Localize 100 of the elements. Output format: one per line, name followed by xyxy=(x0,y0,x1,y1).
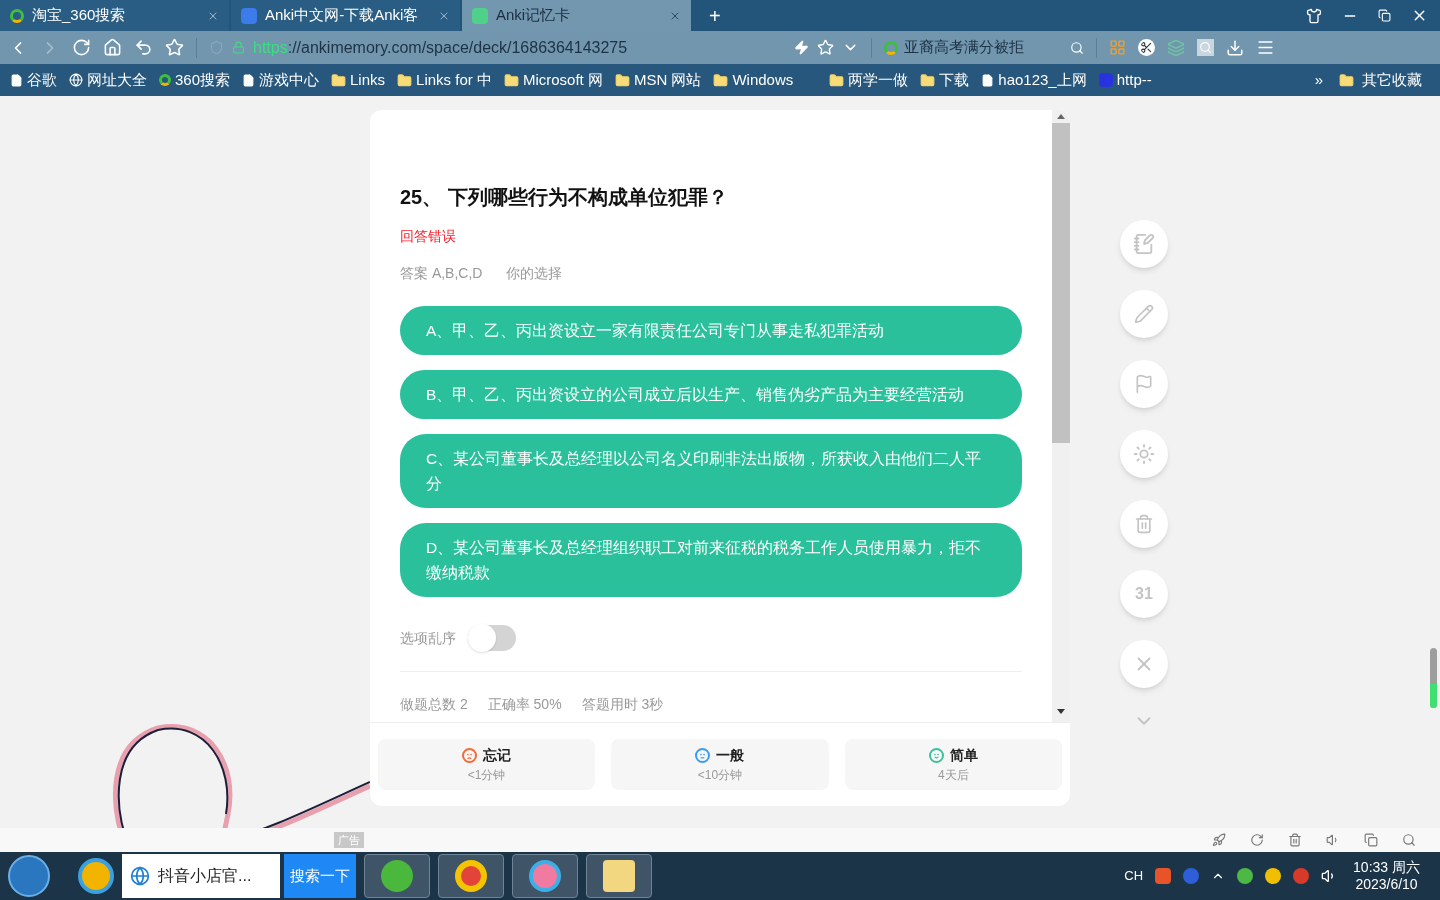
shuffle-toggle[interactable] xyxy=(468,625,516,651)
bookmark-link[interactable]: 两学一做 xyxy=(829,68,909,92)
tab-title: 淘宝_360搜索 xyxy=(32,5,127,26)
scroll-down-arrow-icon[interactable] xyxy=(1057,709,1065,714)
note-edit-icon xyxy=(1133,233,1155,255)
star-icon[interactable] xyxy=(817,39,834,56)
window-icon[interactable] xyxy=(1364,833,1378,847)
folder-icon xyxy=(397,72,413,88)
folder-icon xyxy=(331,72,347,88)
bookmark-link[interactable]: 其它收藏 xyxy=(1339,68,1422,92)
answer-text: 答案 A,B,C,D xyxy=(400,264,483,283)
undo-icon[interactable] xyxy=(134,38,153,57)
download-icon[interactable] xyxy=(1226,38,1244,57)
clock-date: 2023/6/10 xyxy=(1355,876,1418,894)
rating-button[interactable]: 忘记 <1分钟 xyxy=(378,739,596,790)
page-icon xyxy=(10,73,23,87)
page-icon xyxy=(242,73,256,87)
lock-icon xyxy=(232,41,245,54)
stat-text: 做题总数 2 xyxy=(400,695,468,714)
globe-icon xyxy=(69,73,83,87)
bookmark-link[interactable]: Microsoft 网 xyxy=(503,68,603,92)
taskbar-app[interactable] xyxy=(512,854,578,898)
clock-time: 10:33 周六 xyxy=(1353,858,1420,876)
side-action-button[interactable] xyxy=(1120,430,1168,478)
side-action-button[interactable] xyxy=(1120,500,1168,548)
input-language[interactable]: CH xyxy=(1124,866,1144,886)
tab-title: Anki中文网-下载Anki客 xyxy=(265,5,420,26)
folder-icon xyxy=(829,72,845,88)
refresh-icon[interactable] xyxy=(1250,833,1264,847)
search-icon[interactable] xyxy=(1070,40,1084,55)
bookmark-link[interactable]: Links xyxy=(331,68,386,92)
lightning-icon[interactable] xyxy=(794,40,809,55)
taskbar-app[interactable] xyxy=(438,854,504,898)
bookmark-link[interactable]: 谷歌 xyxy=(10,68,57,92)
taskbar-app[interactable] xyxy=(364,854,430,898)
bookmark-link[interactable]: Windows xyxy=(713,68,794,92)
browser-tab[interactable]: Anki中文网-下载Anki客 xyxy=(231,0,460,31)
bookmark-link[interactable]: 360搜索 xyxy=(159,68,231,92)
bookmark-link[interactable]: 游戏中心 xyxy=(242,68,320,92)
search-text: 亚裔高考满分被拒 xyxy=(904,37,1025,58)
side-action-button[interactable] xyxy=(1120,640,1168,688)
rating-button[interactable]: 一般 <10分钟 xyxy=(611,739,829,790)
trash-icon xyxy=(1134,514,1154,534)
side-action-button[interactable] xyxy=(1120,220,1168,268)
side-action-button[interactable] xyxy=(1120,290,1168,338)
folder-icon xyxy=(920,72,936,88)
browser-tab[interactable]: Anki记忆卡 xyxy=(462,0,691,31)
bookmark-link[interactable]: Links for 中 xyxy=(397,68,492,92)
home-icon[interactable] xyxy=(103,38,122,57)
search-box[interactable]: 亚裔高考满分被拒 xyxy=(884,34,1084,61)
stat-text: 正确率 50% xyxy=(487,695,562,714)
browser-tab[interactable]: 淘宝_360搜索 xyxy=(0,0,229,31)
bookmark-link[interactable]: hao123_上网 xyxy=(981,68,1087,92)
side-action-button[interactable] xyxy=(1120,360,1168,408)
stat-text: 答题用时 3秒 xyxy=(581,695,664,714)
restore-icon[interactable] xyxy=(1378,9,1391,22)
rating-button[interactable]: 简单 4天后 xyxy=(844,739,1062,790)
your-choice-text: 你的选择 xyxy=(506,264,563,283)
side-meter-drawing xyxy=(1430,648,1437,708)
folder-icon xyxy=(614,72,630,88)
folder-icon xyxy=(713,72,729,88)
shield-icon xyxy=(209,40,224,55)
search-icon[interactable] xyxy=(1402,833,1416,847)
reload-icon[interactable] xyxy=(72,38,91,57)
bookmark-link[interactable]: 下载 xyxy=(920,68,970,92)
search-value: 抖音小店官... xyxy=(158,866,252,886)
address-bar[interactable]: https://ankimemory.com/space/deck/1686364143275 xyxy=(209,34,859,61)
bookmark-link[interactable]: http-- xyxy=(1098,68,1152,92)
taskbar-app[interactable] xyxy=(586,854,652,898)
folder-icon xyxy=(503,72,519,88)
rocket-icon[interactable] xyxy=(1212,833,1226,847)
new-tab-button[interactable]: + xyxy=(701,0,729,31)
start-button[interactable] xyxy=(8,855,50,897)
trash-icon[interactable] xyxy=(1288,833,1302,847)
question-title: 25、 下列哪些行为不构成单位犯罪？ xyxy=(400,185,729,210)
search-ring-icon xyxy=(884,40,898,55)
folder-icon xyxy=(1339,72,1354,88)
page-icon xyxy=(981,73,995,87)
bookmark-link[interactable]: 网址大全 xyxy=(69,68,147,92)
scissors-icon[interactable] xyxy=(1138,39,1155,56)
skin-icon[interactable] xyxy=(1306,7,1322,24)
scroll-up-arrow-icon[interactable] xyxy=(1057,114,1065,119)
pencil-icon xyxy=(1134,304,1154,324)
search-ring-icon xyxy=(159,74,171,86)
shuffle-label: 选项乱序 xyxy=(400,628,456,648)
colorful-app-icon[interactable] xyxy=(78,858,114,894)
scrollbar-thumb[interactable] xyxy=(1052,123,1070,443)
menu-icon[interactable] xyxy=(1256,38,1275,57)
taskbar-search[interactable]: 抖音小店官... xyxy=(122,854,280,898)
browser-globe-icon xyxy=(130,866,150,886)
tab-title: Anki记忆卡 xyxy=(496,5,572,26)
search-button[interactable]: 搜索一下 xyxy=(284,854,356,898)
tray-app-icon[interactable] xyxy=(1237,868,1254,884)
bookmark-link[interactable]: MSN 网站 xyxy=(614,68,702,92)
url-text: https://ankimemory.com/space/deck/1686364143275 xyxy=(253,37,628,58)
result-text: 回答错误 xyxy=(400,227,457,246)
flag-icon xyxy=(1134,374,1154,394)
more-bookmarks-button[interactable]: » xyxy=(1314,68,1323,92)
bookmark-star-icon[interactable] xyxy=(165,38,184,57)
sun-icon xyxy=(1133,443,1155,465)
